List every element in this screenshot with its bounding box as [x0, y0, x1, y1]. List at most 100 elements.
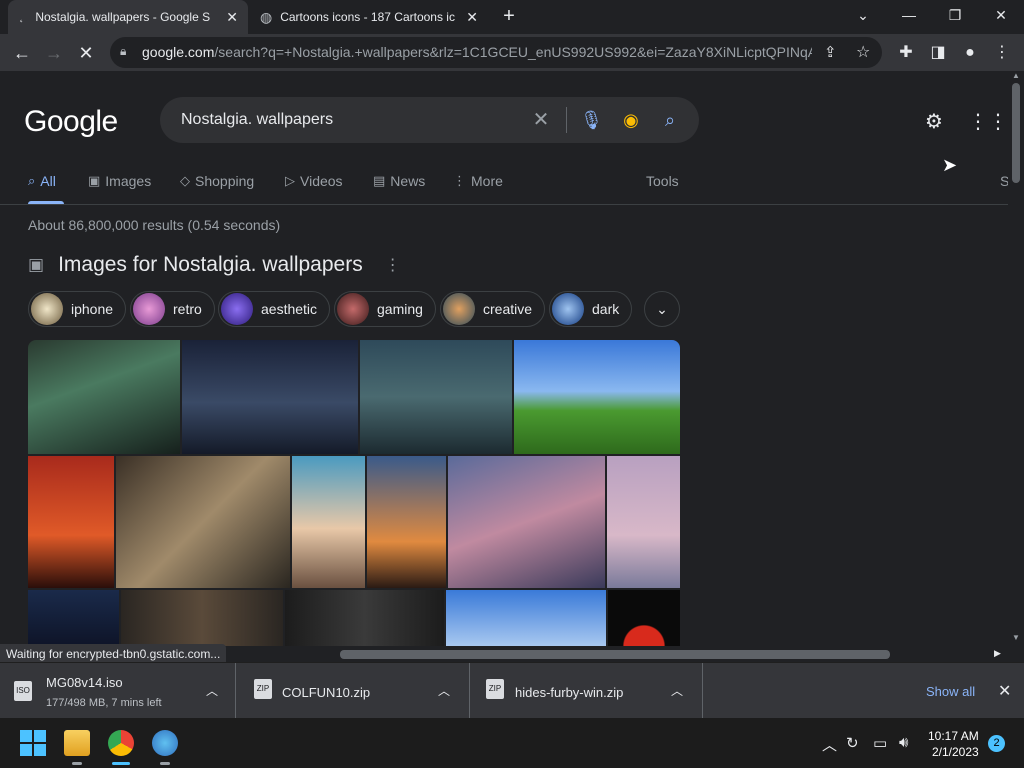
tab-shopping[interactable]: ◇ Shopping [180, 173, 254, 189]
side-panel-icon[interactable]: ◨ [927, 42, 949, 64]
profile-icon[interactable]: ● [959, 42, 981, 64]
chevron-down-icon[interactable]: ⌄ [848, 4, 878, 26]
notification-badge[interactable]: 2 [988, 735, 1005, 752]
tab-cartoons[interactable]: ◍ Cartoons icons - 187 Cartoons ic ✕ [250, 0, 488, 34]
plus-icon[interactable]: + [494, 5, 524, 27]
tag-icon: ◇ [180, 173, 190, 188]
network-icon[interactable]: ▭ [873, 734, 887, 752]
chip-dark[interactable]: dark [549, 291, 633, 327]
tab-more[interactable]: ⋮ More [453, 173, 503, 189]
image-result[interactable] [367, 456, 446, 588]
search-input[interactable]: Nostalgia. wallpapers [181, 111, 333, 129]
tab-label: Videos [300, 173, 343, 189]
image-result[interactable] [514, 340, 680, 454]
image-result[interactable] [121, 590, 283, 646]
scroll-right-icon[interactable]: ▶ [994, 648, 1001, 659]
forward-arrow-icon[interactable]: → [42, 41, 66, 65]
tab-images[interactable]: ▣ Images [88, 173, 151, 189]
volume-icon[interactable]: 🔊︎ [899, 734, 908, 751]
chevron-up-icon[interactable]: ︿ [206, 682, 218, 699]
image-result[interactable] [448, 456, 605, 588]
chevron-up-icon[interactable]: ︿ [438, 682, 450, 699]
more-vertical-icon: ⋮ [453, 173, 466, 188]
show-all-button[interactable]: Show all [926, 684, 975, 699]
download-progress: 177/498 MB, 7 mins left [46, 697, 162, 709]
browser-toolbar: ← → ✕ 🔒︎ google.com/search?q=+Nostalgia.… [0, 34, 1024, 71]
close-icon[interactable]: ✕ [466, 9, 478, 26]
share-icon[interactable]: ⇪ [824, 43, 837, 61]
image-result[interactable] [28, 456, 114, 588]
chip-aesthetic[interactable]: aesthetic [218, 291, 331, 327]
scroll-up-icon[interactable]: ▲ [1012, 71, 1020, 80]
tab-videos[interactable]: ▷ Videos [285, 173, 343, 189]
sync-icon[interactable]: ↻ [846, 734, 859, 752]
window-close-icon[interactable]: ✕ [986, 4, 1016, 26]
images-section-title[interactable]: Images for Nostalgia. wallpapers [58, 253, 363, 277]
image-result[interactable] [182, 340, 358, 454]
start-tile [34, 744, 46, 756]
image-result[interactable] [285, 590, 444, 646]
chevron-up-icon[interactable]: ︿ [671, 682, 683, 699]
search-box[interactable]: Nostalgia. wallpapers ✕ 🎙︎ ◉ ⌕ [160, 97, 699, 143]
chip-gaming[interactable]: gaming [334, 291, 436, 327]
menu-icon[interactable]: ⋮ [991, 42, 1013, 64]
address-bar[interactable]: 🔒︎ google.com/search?q=+Nostalgia.+wallp… [110, 37, 882, 68]
tab-all[interactable]: ⌕ All [28, 173, 56, 189]
safesearch-label[interactable]: S [1000, 173, 1008, 189]
minimize-icon[interactable]: — [894, 4, 924, 26]
chip-label: gaming [377, 301, 423, 317]
start-tile [20, 744, 32, 756]
scroll-thumb[interactable] [1012, 83, 1020, 183]
image-result[interactable] [608, 590, 680, 646]
chip-retro[interactable]: retro [130, 291, 215, 327]
chip-thumbnail [133, 293, 165, 325]
download-item[interactable]: ISO MG08v14.iso 177/498 MB, 7 mins left … [0, 663, 236, 719]
star-icon[interactable]: ☆ [856, 42, 870, 62]
scroll-thumb[interactable] [340, 650, 890, 659]
extensions-icon[interactable]: ✚ [895, 42, 917, 64]
download-item[interactable]: ZIP COLFUN10.zip ︿ [236, 663, 470, 719]
image-result[interactable] [607, 456, 680, 588]
tab-news[interactable]: ▤ News [373, 173, 425, 189]
restore-icon[interactable]: ❐ [940, 4, 970, 26]
start-tile [34, 730, 46, 742]
download-item[interactable]: ZIP hides-furby-win.zip ︿ [470, 663, 703, 719]
back-arrow-icon[interactable]: ← [10, 41, 34, 65]
chip-thumbnail [31, 293, 63, 325]
tools-button[interactable]: Tools [646, 173, 679, 189]
stop-loading-icon[interactable]: ✕ [74, 41, 98, 65]
search-icon[interactable]: ⌕ [659, 109, 681, 131]
chip-creative[interactable]: creative [440, 291, 546, 327]
clear-icon[interactable]: ✕ [530, 109, 552, 131]
clock[interactable]: 10:17 AM 2/1/2023 [928, 728, 979, 760]
close-icon[interactable]: ✕ [998, 681, 1011, 701]
lens-camera-icon[interactable]: ◉ [620, 109, 642, 131]
gear-icon[interactable]: ⚙ [921, 109, 947, 135]
apps-grid-icon[interactable]: ⋮⋮⋮ [968, 109, 1008, 135]
image-result[interactable] [446, 590, 606, 646]
more-vertical-icon[interactable]: ⋮ [385, 255, 401, 275]
tab-nostalgia[interactable]: ˛ Nostalgia. wallpapers - Google S ✕ [8, 0, 248, 34]
chrome-icon[interactable] [108, 730, 134, 756]
chevron-up-icon[interactable]: ︿ [822, 734, 837, 755]
chip-label: retro [173, 301, 202, 317]
paint-app-icon[interactable] [152, 730, 178, 756]
scroll-down-icon[interactable]: ▼ [1012, 633, 1020, 642]
image-result[interactable] [116, 456, 290, 588]
lock-icon: 🔒︎ [120, 44, 127, 58]
windows-start-icon[interactable] [20, 730, 46, 756]
close-icon[interactable]: ✕ [226, 9, 238, 26]
chip-iphone[interactable]: iphone [28, 291, 127, 327]
image-result[interactable] [360, 340, 512, 454]
google-logo[interactable]: Google [24, 105, 118, 139]
file-explorer-icon[interactable] [64, 730, 90, 756]
chevron-down-icon[interactable]: ⌄ [644, 291, 680, 327]
tab-label: Shopping [195, 173, 255, 189]
image-result[interactable] [28, 590, 119, 646]
microphone-icon[interactable]: 🎙︎ [580, 109, 603, 131]
active-indicator [112, 762, 130, 765]
image-result[interactable] [28, 340, 180, 454]
image-result[interactable] [292, 456, 365, 588]
active-tab-indicator [28, 201, 64, 204]
vertical-scrollbar[interactable]: ▲ ▼ [1008, 71, 1024, 646]
